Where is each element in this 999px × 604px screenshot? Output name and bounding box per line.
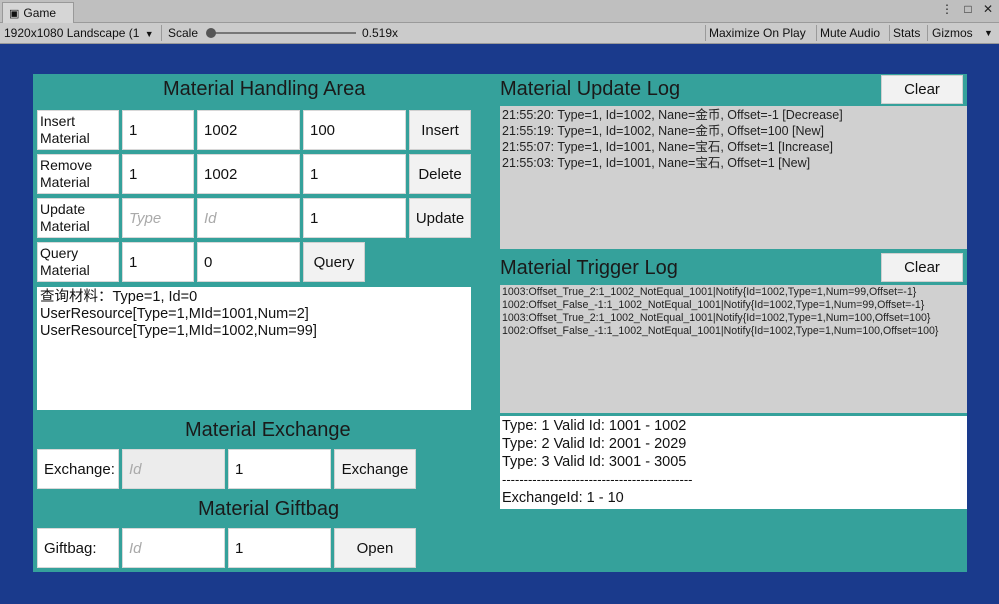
insert-button[interactable]: Insert xyxy=(409,110,471,150)
mute-audio-toggle[interactable]: Mute Audio xyxy=(820,23,880,43)
toolbar-separator xyxy=(161,25,162,41)
dropdown-arrow-icon: ▼ xyxy=(144,29,154,39)
query-output-line: UserResource[Type=1,MId=1002,Num=99] xyxy=(40,323,317,339)
valid-id-info: Type: 1 Valid Id: 1001 - 1002 Type: 2 Va… xyxy=(500,416,967,509)
query-output-line: UserResource[Type=1,MId=1001,Num=2] xyxy=(40,306,309,322)
giftbag-id-input[interactable]: Id xyxy=(122,528,225,568)
clear-trigger-log-button[interactable]: Clear xyxy=(881,253,963,282)
remove-id-input[interactable]: 1002 xyxy=(197,154,300,194)
tab-game-label: Game xyxy=(23,6,57,20)
update-log-line: 21:55:20: Type=1, Id=1002, Nane=金币, Offs… xyxy=(502,108,843,122)
stats-toggle[interactable]: Stats xyxy=(893,23,920,43)
exchange-button[interactable]: Exchange xyxy=(334,449,416,489)
update-log-line: 21:55:03: Type=1, Id=1001, Nane=宝石, Offs… xyxy=(502,156,811,170)
handling-title: Material Handling Area xyxy=(163,78,366,100)
trigger-log-line: 1003:Offset_True_2:1_1002_NotEqual_1001|… xyxy=(502,312,931,324)
insert-id-input[interactable]: 1002 xyxy=(197,110,300,150)
kebab-menu-icon[interactable]: ⋮ xyxy=(941,2,953,16)
remove-type-input[interactable]: 1 xyxy=(122,154,194,194)
info-line: Type: 2 Valid Id: 2001 - 2029 xyxy=(502,436,687,452)
toolbar-separator xyxy=(816,25,817,41)
trigger-log-area[interactable]: 1003:Offset_True_2:1_1002_NotEqual_1001|… xyxy=(500,285,967,413)
giftbag-title: Material Giftbag xyxy=(198,498,340,520)
update-type-input[interactable]: Type xyxy=(122,198,194,238)
remove-value-input[interactable]: 1 xyxy=(303,154,406,194)
query-id-input[interactable]: 0 xyxy=(197,242,300,282)
query-material-label: Query Material xyxy=(37,242,119,282)
scale-slider-handle[interactable] xyxy=(206,28,216,38)
maximize-on-play-toggle[interactable]: Maximize On Play xyxy=(709,23,806,43)
query-type-input[interactable]: 1 xyxy=(122,242,194,282)
gizmos-toggle[interactable]: Gizmos xyxy=(932,23,973,43)
exchange-value-input[interactable]: 1 xyxy=(228,449,331,489)
window-tab-bar: ▣ Game ⋮ □ ✕ xyxy=(0,0,999,23)
tab-game[interactable]: ▣ Game xyxy=(2,2,74,23)
exchange-title: Material Exchange xyxy=(185,419,351,441)
insert-material-label: Insert Material xyxy=(37,110,119,150)
query-output-line: 查询材料：Type=1, Id=0 xyxy=(40,289,198,305)
scale-value: 0.519x xyxy=(362,26,399,40)
query-output: 查询材料：Type=1, Id=0 UserResource[Type=1,MI… xyxy=(37,287,471,410)
scale-slider-track[interactable] xyxy=(210,32,356,34)
query-button[interactable]: Query xyxy=(303,242,365,282)
trigger-log-line: 1002:Offset_False_-1:1_1002_NotEqual_100… xyxy=(502,325,939,337)
insert-type-input[interactable]: 1 xyxy=(122,110,194,150)
insert-value-input[interactable]: 100 xyxy=(303,110,406,150)
open-giftbag-button[interactable]: Open xyxy=(334,528,416,568)
update-material-label: Update Material xyxy=(37,198,119,238)
update-type-placeholder: Type xyxy=(129,209,162,227)
window-controls: ⋮ □ ✕ xyxy=(933,2,993,16)
update-log-title: Material Update Log xyxy=(500,78,681,100)
toolbar-separator xyxy=(705,25,706,41)
resolution-dropdown[interactable]: 1920x1080 Landscape (1 ▼ xyxy=(4,23,154,43)
gamepad-icon: ▣ xyxy=(9,8,20,20)
resolution-label: 1920x1080 Landscape (1 xyxy=(4,26,140,40)
toolbar-separator xyxy=(889,25,890,41)
main-panel: Material Handling Area Insert Material 1… xyxy=(33,74,967,572)
scale-label: Scale xyxy=(168,26,199,40)
maximize-window-icon[interactable]: □ xyxy=(964,2,971,16)
remove-material-label: Remove Material xyxy=(37,154,119,194)
trigger-log-title: Material Trigger Log xyxy=(500,257,678,279)
game-toolbar: 1920x1080 Landscape (1 ▼ Scale 0.519x Ma… xyxy=(0,23,999,44)
giftbag-value-input[interactable]: 1 xyxy=(228,528,331,568)
info-line: Type: 1 Valid Id: 1001 - 1002 xyxy=(502,418,687,434)
clear-update-log-button[interactable]: Clear xyxy=(881,75,963,104)
trigger-log-line: 1003:Offset_True_2:1_1002_NotEqual_1001|… xyxy=(502,286,917,298)
info-divider: ----------------------------------------… xyxy=(502,472,693,487)
update-button[interactable]: Update xyxy=(409,198,471,238)
update-log-line: 21:55:19: Type=1, Id=1002, Nane=金币, Offs… xyxy=(502,124,824,138)
trigger-log-line: 1002:Offset_False_-1:1_1002_NotEqual_100… xyxy=(502,299,925,311)
update-value-input[interactable]: 1 xyxy=(303,198,406,238)
exchange-id-input[interactable]: Id xyxy=(122,449,225,489)
toolbar-separator xyxy=(927,25,928,41)
close-window-icon[interactable]: ✕ xyxy=(983,2,993,16)
giftbag-id-placeholder: Id xyxy=(129,539,142,557)
gizmos-dropdown-icon[interactable]: ▼ xyxy=(984,23,993,43)
exchange-label: Exchange: xyxy=(37,449,119,489)
update-id-placeholder: Id xyxy=(204,209,217,227)
delete-button[interactable]: Delete xyxy=(409,154,471,194)
info-line: Type: 3 Valid Id: 3001 - 3005 xyxy=(502,454,687,470)
giftbag-label: Giftbag: xyxy=(37,528,119,568)
info-line: ExchangeId: 1 - 10 xyxy=(502,490,624,506)
exchange-id-placeholder: Id xyxy=(129,460,142,478)
update-log-line: 21:55:07: Type=1, Id=1001, Nane=宝石, Offs… xyxy=(502,140,834,154)
update-log-area[interactable]: 21:55:20: Type=1, Id=1002, Nane=金币, Offs… xyxy=(500,106,967,249)
update-id-input[interactable]: Id xyxy=(197,198,300,238)
